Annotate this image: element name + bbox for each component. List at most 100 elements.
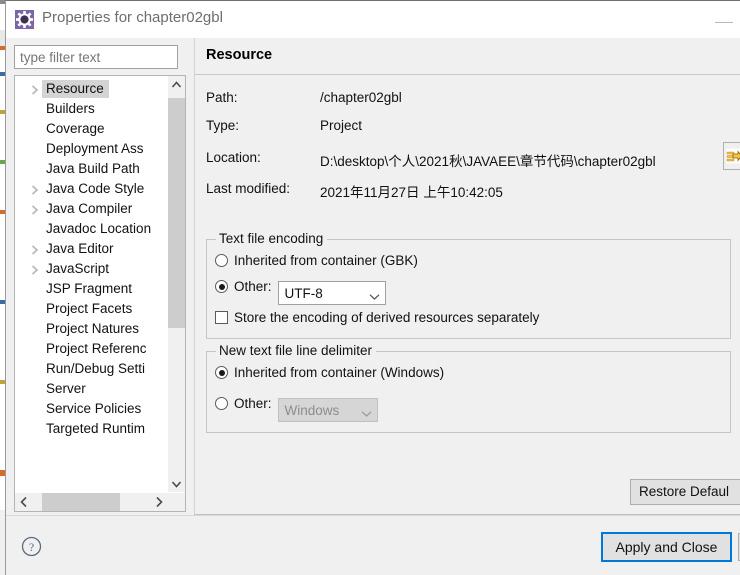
encoding-combo-value: UTF-8 xyxy=(284,286,323,301)
tree-item-label: Project Natures xyxy=(46,321,140,336)
type-label: Type: xyxy=(206,118,240,133)
last-modified-value: 2021年11月27日 上午10:42:05 xyxy=(320,185,503,200)
tree-item-label: Service Policies xyxy=(46,401,142,416)
store-derived-checkbox[interactable] xyxy=(215,311,228,324)
tree-item-targeted-runtim[interactable]: Targeted Runtim xyxy=(15,419,169,439)
encoding-other-label: Other: xyxy=(234,279,272,294)
chevron-down-icon[interactable] xyxy=(168,475,185,493)
tree-item-project-natures[interactable]: Project Natures xyxy=(15,319,169,339)
delimiter-combo-value: Windows xyxy=(284,403,340,418)
encoding-inherited-radio[interactable] xyxy=(215,254,228,267)
chevron-right-icon[interactable] xyxy=(29,79,41,99)
filter-placeholder: type filter text xyxy=(20,50,101,65)
tree-item-label: Targeted Runtim xyxy=(46,421,146,436)
line-delimiter-group: New text file line delimiter Inherited f… xyxy=(206,343,731,433)
delimiter-inherited-radio[interactable] xyxy=(215,366,228,379)
filter-input[interactable]: type filter text xyxy=(14,45,178,69)
tree-item-label: Java Code Style xyxy=(46,181,145,196)
store-derived-checkbox-row[interactable]: Store the encoding of derived resources … xyxy=(215,310,539,332)
tree-item-java-build-path[interactable]: Java Build Path xyxy=(15,159,169,179)
chevron-down-icon[interactable] xyxy=(369,288,380,306)
last-modified-label: Last modified: xyxy=(206,181,291,196)
path-value: /chapter02gbl xyxy=(320,90,402,105)
encoding-inherited-label: Inherited from container (GBK) xyxy=(234,253,418,268)
tree-item-label: Coverage xyxy=(46,121,105,136)
tree-item-java-code-style[interactable]: Java Code Style xyxy=(15,179,169,199)
chevron-right-icon[interactable] xyxy=(29,259,41,279)
tree-item-label: Javadoc Location xyxy=(46,221,152,236)
encoding-combo[interactable]: UTF-8 xyxy=(277,281,386,306)
tree-item-javadoc-location[interactable]: Javadoc Location xyxy=(15,219,169,239)
tree-item-builders[interactable]: Builders xyxy=(15,99,169,119)
info-row-location: Location: D:\desktop\个人\2021秋\JAVAEE\章节代码… xyxy=(206,150,656,170)
page-header: Resource xyxy=(195,38,740,75)
chevron-right-icon[interactable] xyxy=(29,179,41,199)
chevron-up-icon[interactable] xyxy=(168,76,185,94)
apply-and-close-label: Apply and Close xyxy=(615,539,718,555)
tree-item-run-debug-setti[interactable]: Run/Debug Setti xyxy=(15,359,169,379)
preference-tree[interactable]: Resource Builders Coverage Deployment Ass Ja… xyxy=(14,75,186,512)
tree-vertical-scrollbar[interactable] xyxy=(167,76,185,493)
tree-item-server[interactable]: Server xyxy=(15,379,169,399)
restore-defaults-button[interactable]: Restore Defaul xyxy=(630,479,740,505)
info-row-last-modified: Last modified: 2021年11月27日 上午10:42:05 xyxy=(206,181,503,201)
tree-item-label: Resource xyxy=(42,80,109,98)
apply-and-close-button[interactable]: Apply and Close xyxy=(601,532,732,562)
tree-item-label: Java Build Path xyxy=(46,161,140,176)
delimiter-combo: Windows xyxy=(277,398,378,423)
tree-item-label: Java Compiler xyxy=(46,201,133,216)
tree-item-resource[interactable]: Resource xyxy=(15,79,169,99)
dialog-title: Properties for chapter02gbl xyxy=(42,9,223,26)
tree-item-deployment-ass[interactable]: Deployment Ass xyxy=(15,139,169,159)
encoding-other-radio-row[interactable]: Other: UTF-8 xyxy=(215,279,386,305)
tree-item-java-compiler[interactable]: Java Compiler xyxy=(15,199,169,219)
location-value: D:\desktop\个人\2021秋\JAVAEE\章节代码\chapter0… xyxy=(320,154,656,169)
tree-item-label: JSP Fragment xyxy=(46,281,133,296)
chevron-left-icon[interactable] xyxy=(15,493,33,511)
line-delimiter-title: New text file line delimiter xyxy=(216,343,377,358)
svg-text:?: ? xyxy=(29,540,34,554)
type-value: Project xyxy=(320,118,363,133)
delimiter-inherited-radio-row[interactable]: Inherited from container (Windows) xyxy=(215,365,444,387)
page-title: Resource xyxy=(206,47,273,63)
text-file-encoding-title: Text file encoding xyxy=(216,231,328,246)
resource-page: Resource Path: /chapter02gbl Type: Project… xyxy=(194,38,740,515)
tree-item-project-referenc[interactable]: Project Referenc xyxy=(15,339,169,359)
chevron-down-icon xyxy=(361,405,372,423)
chevron-right-icon[interactable] xyxy=(29,239,41,259)
delimiter-other-label: Other: xyxy=(234,396,272,411)
path-label: Path: xyxy=(206,90,238,105)
store-derived-label: Store the encoding of derived resources … xyxy=(234,310,540,325)
tree-horizontal-scrollbar[interactable] xyxy=(15,492,185,511)
preference-tree-list: Resource Builders Coverage Deployment Ass Ja… xyxy=(15,76,169,439)
info-row-path: Path: /chapter02gbl xyxy=(206,90,402,105)
minimize-button[interactable] xyxy=(715,22,733,23)
delimiter-other-radio-row[interactable]: Other: Windows xyxy=(215,396,378,422)
delimiter-other-radio[interactable] xyxy=(215,397,228,410)
tree-scroll-thumb[interactable] xyxy=(168,98,185,328)
tree-item-label: Project Facets xyxy=(46,301,133,316)
text-file-encoding-group: Text file encoding Inherited from contai… xyxy=(206,231,731,339)
tree-item-javascript[interactable]: JavaScript xyxy=(15,259,169,279)
tree-item-label: Run/Debug Setti xyxy=(46,361,146,376)
chevron-right-icon[interactable] xyxy=(29,199,41,219)
tree-item-label: JavaScript xyxy=(46,261,110,276)
info-row-type: Type: Project xyxy=(206,118,362,133)
tree-item-java-editor[interactable]: Java Editor xyxy=(15,239,169,259)
help-question-icon[interactable]: ? xyxy=(21,536,42,557)
chevron-right-icon[interactable] xyxy=(150,493,168,511)
tree-item-label: Builders xyxy=(46,101,95,116)
tree-item-service-policies[interactable]: Service Policies xyxy=(15,399,169,419)
encoding-inherited-radio-row[interactable]: Inherited from container (GBK) xyxy=(215,253,418,275)
properties-dialog: Properties for chapter02gbl type filter … xyxy=(5,0,740,575)
tree-item-jsp-fragment[interactable]: JSP Fragment xyxy=(15,279,169,299)
dialog-titlebar: Properties for chapter02gbl xyxy=(6,1,740,38)
tree-hscroll-thumb[interactable] xyxy=(42,493,120,511)
open-location-arrow-icon[interactable] xyxy=(723,142,740,170)
tree-item-label: Java Editor xyxy=(46,241,114,256)
tree-item-label: Deployment Ass xyxy=(46,141,144,156)
tree-item-project-facets[interactable]: Project Facets xyxy=(15,299,169,319)
location-label: Location: xyxy=(206,150,261,165)
encoding-other-radio[interactable] xyxy=(215,280,228,293)
tree-item-coverage[interactable]: Coverage xyxy=(15,119,169,139)
